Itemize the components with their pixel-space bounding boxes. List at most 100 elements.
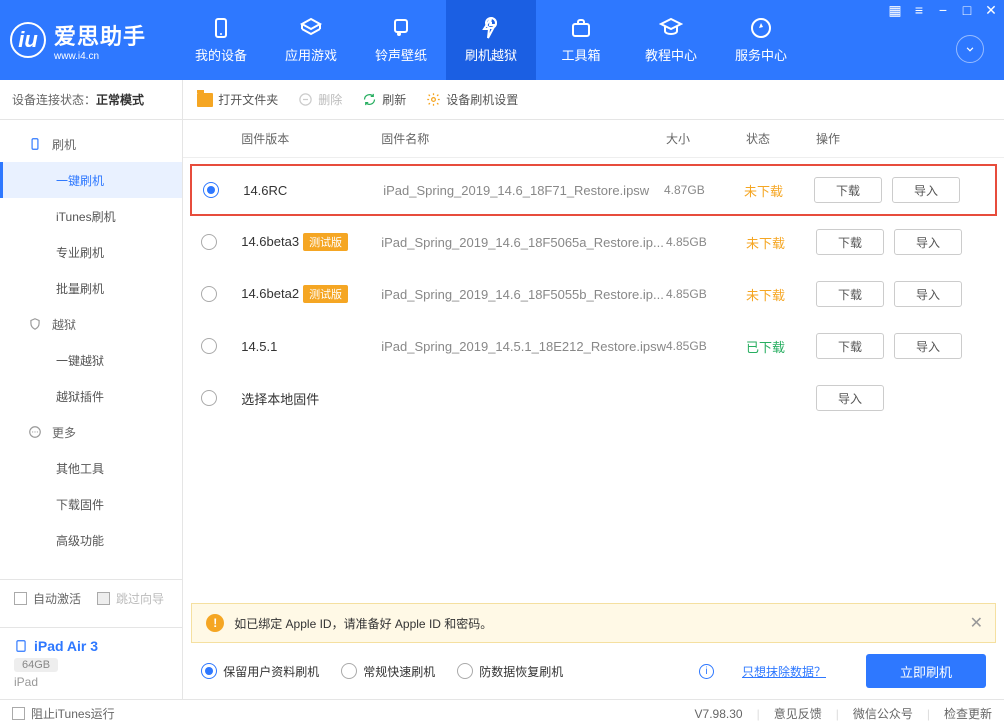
device-info: iPad Air 3 64GB iPad <box>0 627 182 699</box>
flash-icon <box>28 137 42 151</box>
side-item[interactable]: 下载固件 <box>0 486 182 522</box>
content: 打开文件夹 删除 刷新 设备刷机设置 固件版本 固件名称 大小 状态 操作 14… <box>183 80 1004 699</box>
delete-button[interactable]: 删除 <box>298 91 342 108</box>
side-group: 刷机 <box>0 126 182 162</box>
row-radio[interactable] <box>203 182 219 198</box>
flash-option[interactable]: 防数据恢复刷机 <box>457 663 563 680</box>
row-radio[interactable] <box>201 234 217 250</box>
feedback-link[interactable]: 意见反馈 <box>774 705 822 722</box>
option-radio[interactable] <box>341 663 357 679</box>
open-folder-button[interactable]: 打开文件夹 <box>197 91 278 108</box>
firmware-row[interactable]: 14.6beta2测试版iPad_Spring_2019_14.6_18F505… <box>183 268 1004 320</box>
device-type: iPad <box>14 675 168 689</box>
wechat-link[interactable]: 微信公众号 <box>853 705 913 722</box>
nav-tab-music[interactable]: 铃声壁纸 <box>356 0 446 80</box>
table-header: 固件版本 固件名称 大小 状态 操作 <box>183 120 1004 158</box>
side-item[interactable]: 一键越狱 <box>0 342 182 378</box>
beta-badge: 测试版 <box>303 233 348 251</box>
shield-icon <box>28 317 42 331</box>
firmware-row[interactable]: 14.6RCiPad_Spring_2019_14.6_18F71_Restor… <box>190 164 997 216</box>
expand-button[interactable] <box>956 35 984 63</box>
side-item[interactable]: 批量刷机 <box>0 270 182 306</box>
toolbar: 打开文件夹 删除 刷新 设备刷机设置 <box>183 80 1004 120</box>
logo-icon: iu <box>10 22 46 58</box>
side-item[interactable]: 越狱插件 <box>0 378 182 414</box>
side-item[interactable]: 高级功能 <box>0 522 182 558</box>
device-icon <box>209 16 233 40</box>
apps-icon <box>299 16 323 40</box>
row-action-button[interactable]: 下载 <box>816 333 884 359</box>
maximize-button[interactable]: □ <box>960 3 974 17</box>
row-radio[interactable] <box>201 338 217 354</box>
side-item[interactable]: 专业刷机 <box>0 234 182 270</box>
menu-icon[interactable]: ≡ <box>912 3 926 17</box>
minimize-button[interactable]: − <box>936 3 950 17</box>
nav-tabs: 我的设备应用游戏铃声壁纸刷机越狱工具箱教程中心服务中心 <box>176 0 806 80</box>
tutorial-icon <box>659 16 683 40</box>
row-action-button[interactable]: 导入 <box>894 333 962 359</box>
beta-badge: 测试版 <box>303 285 348 303</box>
side-group: 更多 <box>0 414 182 450</box>
close-warning-button[interactable]: ✕ <box>970 613 983 633</box>
side-nav: 刷机一键刷机iTunes刷机专业刷机批量刷机越狱一键越狱越狱插件更多其他工具下载… <box>0 120 182 579</box>
check-update-link[interactable]: 检查更新 <box>944 705 992 722</box>
flash-option[interactable]: 保留用户资料刷机 <box>201 663 319 680</box>
device-storage: 64GB <box>14 658 58 672</box>
refresh-button[interactable]: 刷新 <box>362 91 406 108</box>
skip-guide-checkbox[interactable] <box>97 592 110 605</box>
flash-option[interactable]: 常规快速刷机 <box>341 663 435 680</box>
prevent-itunes-checkbox[interactable] <box>12 707 25 720</box>
settings-button[interactable]: 设备刷机设置 <box>426 91 518 108</box>
sidebar-bottom: 自动激活 跳过向导 <box>0 579 182 627</box>
toolbox-icon <box>569 16 593 40</box>
row-action-button[interactable]: 下载 <box>814 177 882 203</box>
grid-icon[interactable]: ▦ <box>888 3 902 17</box>
window-controls: ▦ ≡ − □ ✕ <box>888 3 998 17</box>
side-item[interactable]: iTunes刷机 <box>0 198 182 234</box>
side-group: 越狱 <box>0 306 182 342</box>
firmware-table: 14.6RCiPad_Spring_2019_14.6_18F71_Restor… <box>183 158 1004 603</box>
warning-bar: ! 如已绑定 Apple ID，请准备好 Apple ID 和密码。 ✕ <box>191 603 996 643</box>
nav-tab-apps[interactable]: 应用游戏 <box>266 0 356 80</box>
app-header: iu 爱思助手 www.i4.cn 我的设备应用游戏铃声壁纸刷机越狱工具箱教程中… <box>0 0 1004 80</box>
logo: iu 爱思助手 www.i4.cn <box>10 19 146 62</box>
row-action-button[interactable]: 下载 <box>816 281 884 307</box>
nav-tab-service[interactable]: 服务中心 <box>716 0 806 80</box>
firmware-row[interactable]: 14.5.1iPad_Spring_2019_14.5.1_18E212_Res… <box>183 320 1004 372</box>
nav-tab-device[interactable]: 我的设备 <box>176 0 266 80</box>
auto-activate-checkbox[interactable] <box>14 592 27 605</box>
nav-tab-tutorial[interactable]: 教程中心 <box>626 0 716 80</box>
app-title: 爱思助手 <box>54 19 146 51</box>
nav-tab-flash[interactable]: 刷机越狱 <box>446 0 536 80</box>
nav-tab-toolbox[interactable]: 工具箱 <box>536 0 626 80</box>
erase-data-link[interactable]: 只想抹除数据？ <box>742 663 826 680</box>
status-bar: 阻止iTunes运行 V7.98.30 | 意见反馈 | 微信公众号 | 检查更… <box>0 699 1004 727</box>
firmware-row[interactable]: 选择本地固件导入 <box>183 372 1004 424</box>
help-icon[interactable]: i <box>699 664 714 679</box>
connection-status: 设备连接状态：正常模式 <box>0 80 182 120</box>
music-icon <box>389 16 413 40</box>
row-action-button[interactable]: 导入 <box>816 385 884 411</box>
row-action-button[interactable]: 导入 <box>894 281 962 307</box>
option-radio[interactable] <box>457 663 473 679</box>
row-action-button[interactable]: 导入 <box>894 229 962 255</box>
option-radio[interactable] <box>201 663 217 679</box>
device-name[interactable]: iPad Air 3 <box>14 638 168 654</box>
side-item[interactable]: 其他工具 <box>0 450 182 486</box>
service-icon <box>749 16 773 40</box>
version-label: V7.98.30 <box>695 707 743 721</box>
app-subtitle: www.i4.cn <box>54 51 146 62</box>
flash-now-button[interactable]: 立即刷机 <box>866 654 986 688</box>
firmware-row[interactable]: 14.6beta3测试版iPad_Spring_2019_14.6_18F506… <box>183 216 1004 268</box>
side-item[interactable]: 一键刷机 <box>0 162 182 198</box>
row-radio[interactable] <box>201 390 217 406</box>
folder-icon <box>197 93 213 107</box>
sidebar: 设备连接状态：正常模式 刷机一键刷机iTunes刷机专业刷机批量刷机越狱一键越狱… <box>0 80 183 699</box>
flash-icon <box>479 16 503 40</box>
close-button[interactable]: ✕ <box>984 3 998 17</box>
flash-options: 保留用户资料刷机 常规快速刷机 防数据恢复刷机 i 只想抹除数据？ 立即刷机 <box>183 643 1004 699</box>
row-action-button[interactable]: 下载 <box>816 229 884 255</box>
row-action-button[interactable]: 导入 <box>892 177 960 203</box>
more-icon <box>28 425 42 439</box>
row-radio[interactable] <box>201 286 217 302</box>
